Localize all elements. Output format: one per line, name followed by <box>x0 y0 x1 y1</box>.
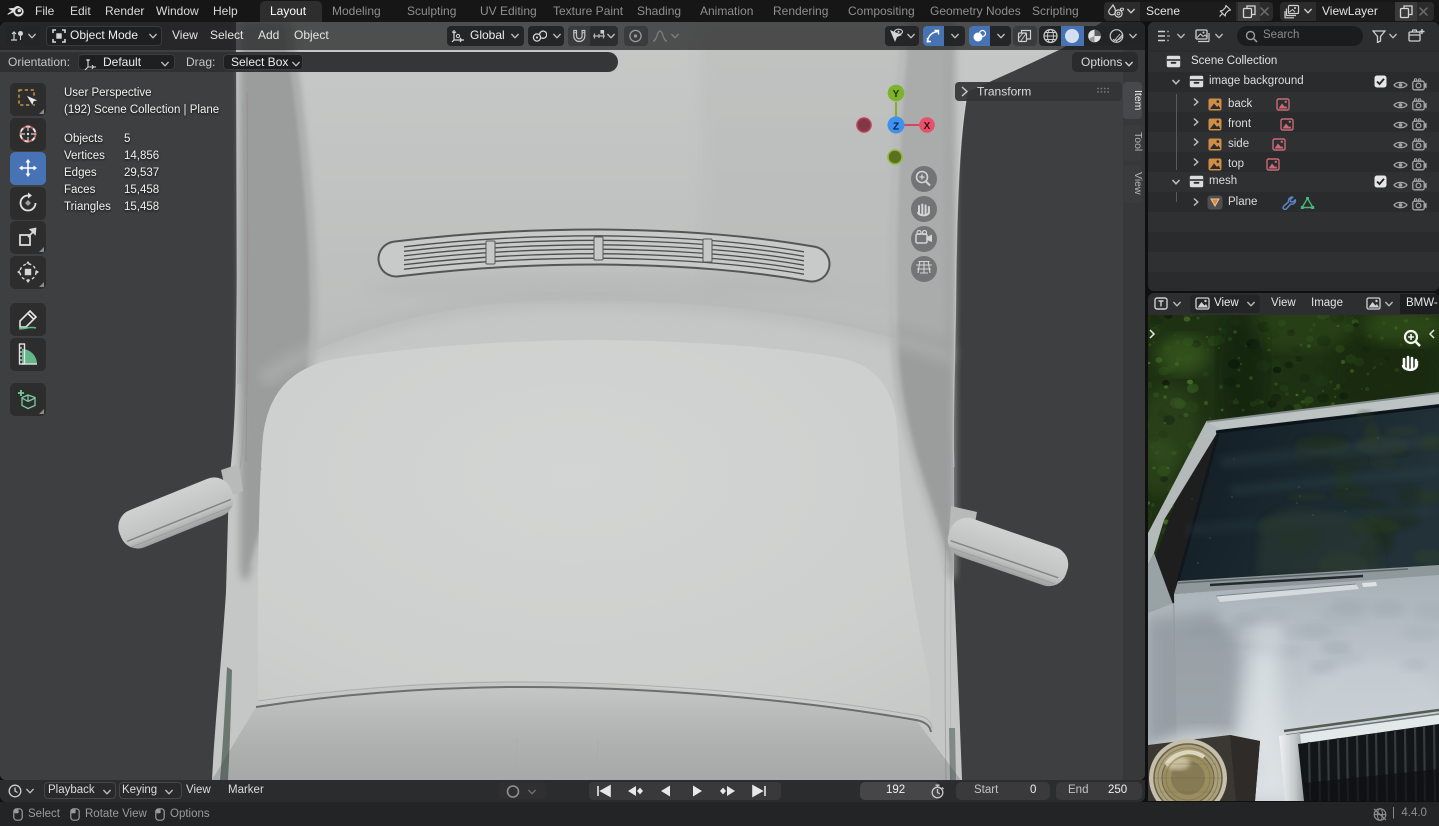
svg-text:Tool: Tool <box>1132 132 1144 151</box>
svg-text:Y: Y <box>893 89 900 100</box>
svg-text:View: View <box>1132 172 1144 195</box>
svg-text:Item: Item <box>1132 90 1144 111</box>
svg-text:Transform: Transform <box>977 85 1031 99</box>
svg-text:Z: Z <box>893 122 899 133</box>
svg-text:X: X <box>924 121 931 132</box>
